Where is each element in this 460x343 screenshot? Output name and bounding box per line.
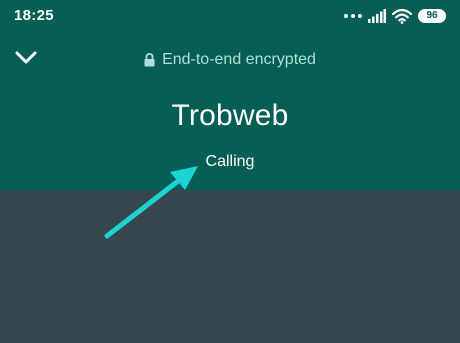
arrow-icon	[104, 166, 198, 239]
